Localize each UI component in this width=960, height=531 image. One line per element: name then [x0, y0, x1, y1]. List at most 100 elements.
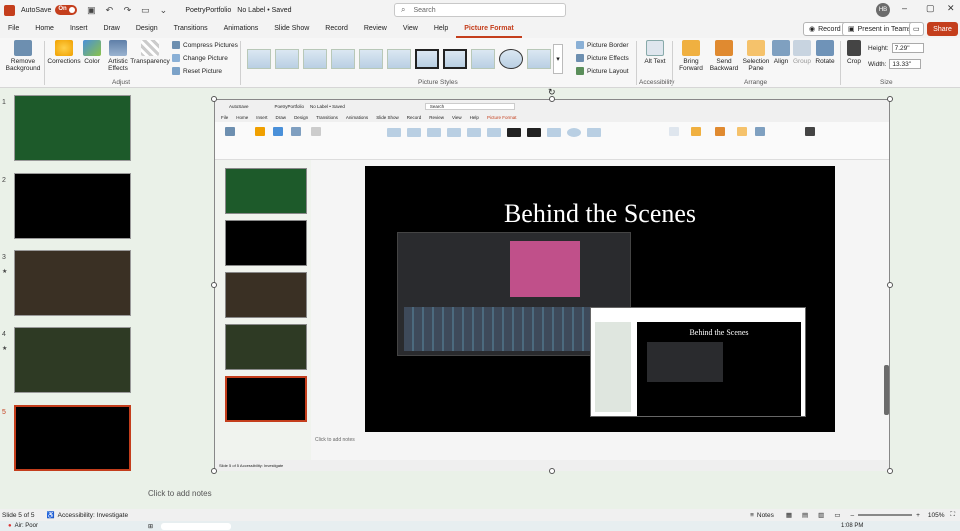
resize-handle[interactable]	[211, 282, 217, 288]
picture-style-5[interactable]	[359, 49, 383, 69]
divider	[240, 41, 241, 85]
picture-border-button[interactable]: Picture Border	[576, 41, 629, 49]
slide-1-preview[interactable]	[14, 95, 131, 161]
zoom-level[interactable]: 105%	[928, 512, 945, 519]
slide-4-preview[interactable]	[14, 327, 131, 393]
tab-insert[interactable]: Insert	[62, 20, 96, 38]
slide-canvas[interactable]: Behind the Scenes Behind the Scenes	[365, 166, 835, 432]
undo-icon[interactable]: ↶	[103, 4, 115, 16]
transparency-button[interactable]: Transparency	[130, 40, 170, 65]
search-input[interactable]: ⌕ Search	[394, 3, 566, 17]
slide-5-preview[interactable]	[14, 405, 131, 471]
save-icon[interactable]: ▣	[85, 4, 97, 16]
slide-title[interactable]: Behind the Scenes	[365, 199, 835, 229]
picture-style-9[interactable]	[471, 49, 495, 69]
zoom-out-icon[interactable]: –	[850, 512, 854, 519]
comments-button[interactable]: ▭	[909, 22, 924, 36]
vertical-scrollbar[interactable]	[884, 365, 889, 415]
resize-handle[interactable]	[887, 96, 893, 102]
tab-record[interactable]: Record	[317, 20, 356, 38]
tab-picture-format[interactable]: Picture Format	[456, 20, 522, 38]
picture-style-4[interactable]	[331, 49, 355, 69]
resize-handle[interactable]	[887, 282, 893, 288]
tab-home[interactable]: Home	[27, 20, 62, 38]
picture-style-7[interactable]	[415, 49, 439, 69]
selected-picture[interactable]: AutoSave PoetryPortfolio No Label • Save…	[214, 99, 890, 471]
change-picture-button[interactable]: Change Picture	[172, 54, 228, 62]
maximize-icon[interactable]: ▢	[926, 3, 935, 14]
tab-transitions[interactable]: Transitions	[166, 20, 216, 38]
group-button[interactable]: Group	[792, 40, 812, 65]
bring-forward-button[interactable]: Bring Forward	[676, 40, 706, 72]
remove-background-button[interactable]: Remove Background	[4, 40, 42, 72]
corrections-button[interactable]: Corrections	[47, 40, 81, 65]
crop-button[interactable]: Crop	[844, 40, 864, 65]
width-field[interactable]: Width: 13.33"	[868, 59, 922, 69]
tab-design[interactable]: Design	[128, 20, 166, 38]
tab-help[interactable]: Help	[426, 20, 456, 38]
picture-style-8[interactable]	[443, 49, 467, 69]
height-field[interactable]: Height: 7.29"	[868, 43, 924, 53]
tab-draw[interactable]: Draw	[95, 20, 127, 38]
tab-file[interactable]: File	[0, 20, 27, 38]
resize-handle[interactable]	[211, 96, 217, 102]
minimize-icon[interactable]: –	[902, 3, 907, 13]
close-icon[interactable]: ✕	[947, 3, 955, 14]
present-icon[interactable]: ▭	[139, 4, 151, 16]
sensitivity-label[interactable]: No Label • Saved	[237, 7, 291, 14]
selection-pane-button[interactable]: Selection Pane	[742, 40, 770, 72]
nested-powerpoint-screenshot[interactable]: Behind the Scenes	[590, 307, 806, 417]
height-input[interactable]: 7.29"	[891, 43, 924, 53]
notes-placeholder[interactable]: Click to add notes	[148, 489, 212, 498]
share-button[interactable]: Share	[927, 22, 958, 36]
align-button[interactable]: Align	[772, 40, 790, 65]
record-button[interactable]: ◉ Record	[803, 22, 847, 36]
air-quality-label[interactable]: Air: Poor	[15, 523, 38, 529]
tab-animations[interactable]: Animations	[216, 20, 267, 38]
gallery-more-icon[interactable]: ▾	[553, 44, 563, 74]
tab-review[interactable]: Review	[356, 20, 395, 38]
artistic-effects-button[interactable]: Artistic Effects	[104, 40, 132, 72]
rotate-button[interactable]: Rotate	[814, 40, 836, 65]
picture-style-11[interactable]	[527, 49, 551, 69]
slide-2-preview[interactable]	[14, 173, 131, 239]
start-icon[interactable]: ⊞	[148, 523, 153, 530]
picture-style-1[interactable]	[247, 49, 271, 69]
tab-view[interactable]: View	[395, 20, 426, 38]
picture-effects-button[interactable]: Picture Effects	[576, 54, 629, 62]
color-button[interactable]: Color	[82, 40, 102, 65]
more-icon[interactable]: ⌄	[157, 4, 169, 16]
picture-layout-button[interactable]: Picture Layout	[576, 67, 629, 75]
present-in-teams-button[interactable]: ▣ Present in Teams	[842, 22, 918, 36]
picture-style-10[interactable]	[499, 49, 523, 69]
redo-icon[interactable]: ↷	[121, 4, 133, 16]
picture-style-3[interactable]	[303, 49, 327, 69]
picture-style-2[interactable]	[275, 49, 299, 69]
slide-3-preview[interactable]	[14, 250, 131, 316]
tab-slide-show[interactable]: Slide Show	[266, 20, 317, 38]
alt-text-button[interactable]: Alt Text	[642, 40, 668, 65]
resize-handle[interactable]	[549, 468, 555, 474]
send-backward-button[interactable]: Send Backward	[708, 40, 740, 72]
notes-button[interactable]: Notes	[757, 512, 774, 519]
reading-view-icon[interactable]: ▥	[818, 511, 824, 519]
compress-pictures-button[interactable]: Compress Pictures	[172, 41, 238, 49]
width-input[interactable]: 13.33"	[889, 59, 922, 69]
slide-sorter-icon[interactable]: ▤	[802, 511, 808, 519]
autosave-toggle[interactable]: On	[55, 5, 78, 15]
resize-handle[interactable]	[887, 468, 893, 474]
avatar[interactable]: HB	[876, 3, 890, 17]
zoom-slider[interactable]	[858, 514, 913, 516]
rotate-handle-icon[interactable]: ↻	[548, 87, 556, 98]
taskbar-search[interactable]	[161, 522, 231, 530]
slide-thumbnails: 1 2 3 ★ 4 ★ 5	[0, 89, 140, 509]
reset-picture-button[interactable]: Reset Picture	[172, 67, 222, 75]
resize-handle[interactable]	[211, 468, 217, 474]
fit-slide-icon[interactable]: ⛶	[951, 511, 956, 519]
zoom-in-icon[interactable]: +	[916, 512, 920, 519]
normal-view-icon[interactable]: ▦	[786, 511, 792, 519]
change-picture-icon	[172, 54, 180, 62]
slideshow-icon[interactable]: ▭	[834, 511, 840, 519]
accessibility-status[interactable]: Accessibility: Investigate	[58, 512, 128, 519]
picture-style-6[interactable]	[387, 49, 411, 69]
